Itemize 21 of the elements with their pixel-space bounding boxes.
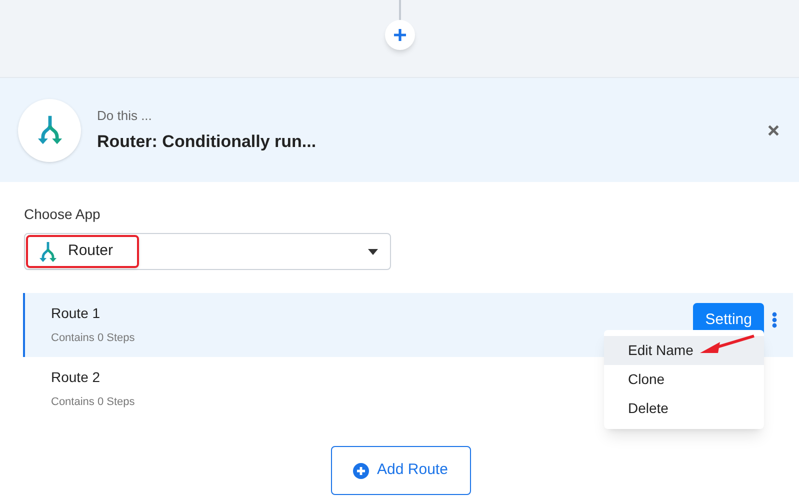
plus-icon [392, 28, 406, 42]
menu-item[interactable]: Clone [604, 365, 764, 394]
more-icon[interactable] [772, 312, 777, 328]
arrow-drawing [698, 333, 756, 355]
close-icon [768, 124, 779, 136]
plus-circle-icon [353, 462, 370, 478]
caret-icon [368, 248, 378, 254]
step-caption: Do this ... [97, 107, 153, 125]
close-button[interactable] [768, 124, 779, 136]
app-select[interactable]: Router [24, 233, 391, 270]
choose-app-label: Choose App [24, 205, 102, 224]
add-step-button[interactable] [384, 20, 414, 50]
route-name: Route 1 [51, 304, 102, 324]
route-name: Route 2 [51, 368, 102, 388]
route-steps: Contains 0 Steps [51, 394, 135, 411]
route-steps: Contains 0 Steps [51, 330, 135, 347]
select-value: Router [68, 241, 114, 262]
menu-item[interactable]: Edit Name [604, 336, 764, 365]
step-title: Router: Conditionally run... [97, 130, 316, 152]
menu-item[interactable]: Delete [604, 394, 764, 423]
add-route-button[interactable]: Add Route [330, 446, 470, 495]
